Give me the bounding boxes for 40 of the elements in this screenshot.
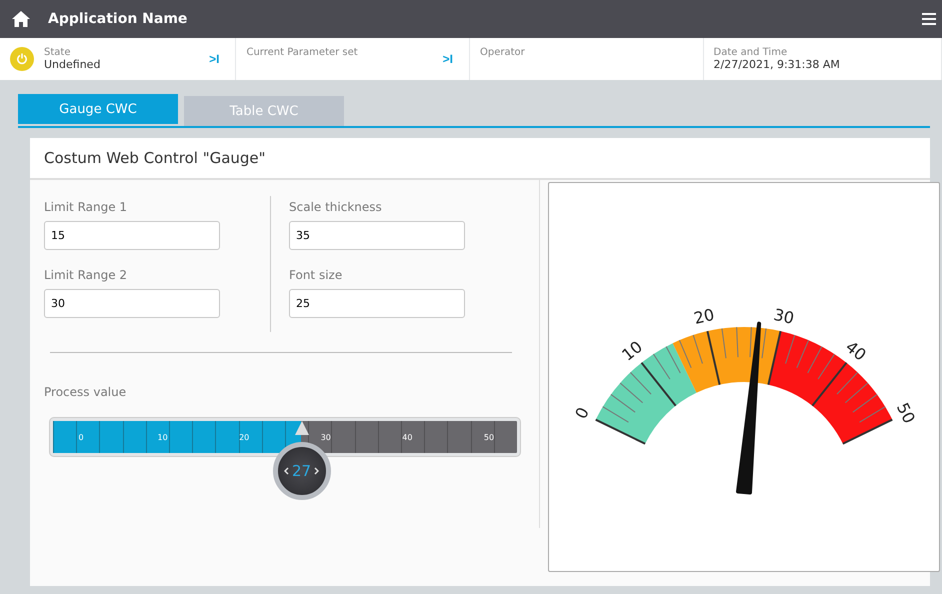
input-field[interactable]: 35 (289, 221, 465, 250)
status-label: Date and Time (714, 46, 788, 58)
slider-scale-label: 10 (156, 432, 169, 442)
field-label: Limit Range 2 (44, 268, 128, 282)
home-icon[interactable] (12, 11, 30, 27)
field-label: Process value (44, 385, 126, 399)
panel-title: Costum Web Control "Gauge" (30, 138, 930, 180)
slider-scale-label: 0 (77, 432, 85, 442)
jump-button[interactable]: >I (436, 52, 460, 66)
slider-pointer-icon (294, 421, 309, 435)
field-label: Scale thickness (289, 200, 383, 214)
status-label: Current Parameter set (246, 46, 359, 58)
status-value: Undefined (44, 58, 102, 72)
status-label: Operator (480, 46, 526, 58)
field-label: Font size (289, 268, 344, 282)
gauge-scale-label: 50 (892, 400, 919, 426)
field-label: Limit Range 1 (44, 200, 128, 214)
input-field[interactable]: 15 (44, 221, 220, 250)
gauge-scale-label: 10 (618, 337, 646, 365)
gauge-scale-label: 0 (571, 404, 593, 422)
gauge-scale-label: 40 (842, 337, 870, 365)
jump-button[interactable]: >I (203, 52, 226, 66)
tab[interactable]: Gauge CWC (18, 94, 178, 124)
input-field[interactable]: 25 (289, 289, 465, 318)
app-title: Application Name (48, 11, 188, 27)
slider-scale-label: 40 (401, 432, 414, 442)
menu-icon[interactable] (922, 13, 936, 25)
gauge-scale-label: 20 (692, 304, 716, 328)
slider-reading: 27 (292, 462, 312, 480)
status-value: 2/27/2021, 9:31:38 AM (714, 58, 841, 72)
chevron-right-icon (314, 467, 320, 475)
slider-scale-label: 30 (320, 432, 332, 442)
input-field[interactable]: 30 (44, 289, 220, 318)
gauge-scale-label: 30 (772, 304, 796, 328)
chevron-left-icon (284, 467, 289, 475)
status-label: State (44, 46, 72, 58)
slider-scale-label: 50 (482, 432, 496, 442)
power-icon (10, 47, 34, 71)
slider-track[interactable]: 0 10 20 30 40 50 (50, 418, 520, 456)
slider-scale-label: 20 (238, 432, 250, 442)
